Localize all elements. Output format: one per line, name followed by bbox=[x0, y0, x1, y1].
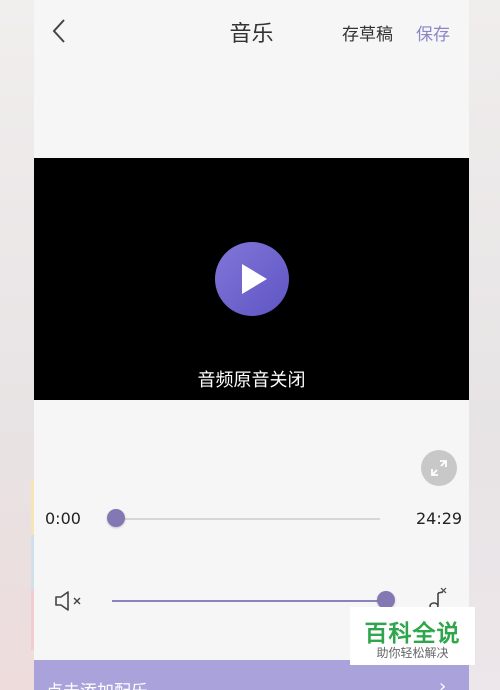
watermark-title: 百科全说 bbox=[364, 621, 461, 647]
background-left bbox=[0, 0, 34, 690]
volume-fill bbox=[112, 600, 386, 602]
background-right bbox=[469, 0, 500, 690]
header: 音乐 存草稿 保存 bbox=[34, 0, 469, 64]
total-time: 24:29 bbox=[416, 509, 463, 528]
speaker-muted-icon[interactable] bbox=[54, 589, 88, 613]
expand-icon bbox=[431, 460, 447, 476]
video-preview[interactable]: 音频原音关闭 bbox=[34, 158, 469, 400]
save-button[interactable]: 保存 bbox=[416, 20, 450, 45]
play-button[interactable] bbox=[215, 242, 289, 316]
play-icon bbox=[242, 264, 267, 294]
progress-knob[interactable] bbox=[107, 509, 125, 527]
chevron-right-icon: › bbox=[439, 676, 447, 690]
current-time: 0:00 bbox=[45, 509, 81, 528]
add-music-label: 点击添加配乐 bbox=[46, 677, 148, 690]
audio-status-text: 音频原音关闭 bbox=[197, 370, 306, 391]
save-draft-button[interactable]: 存草稿 bbox=[342, 20, 393, 45]
watermark: 百科全说 助你轻松解决 bbox=[350, 607, 475, 665]
page-title: 音乐 bbox=[229, 22, 274, 47]
progress-slider[interactable] bbox=[116, 518, 380, 520]
volume-slider[interactable] bbox=[112, 600, 386, 602]
fullscreen-button[interactable] bbox=[421, 450, 457, 486]
music-screen: 音乐 存草稿 保存 音频原音关闭 0:00 24:29 › bbox=[34, 0, 469, 690]
watermark-subtitle: 助你轻松解决 bbox=[376, 646, 449, 660]
